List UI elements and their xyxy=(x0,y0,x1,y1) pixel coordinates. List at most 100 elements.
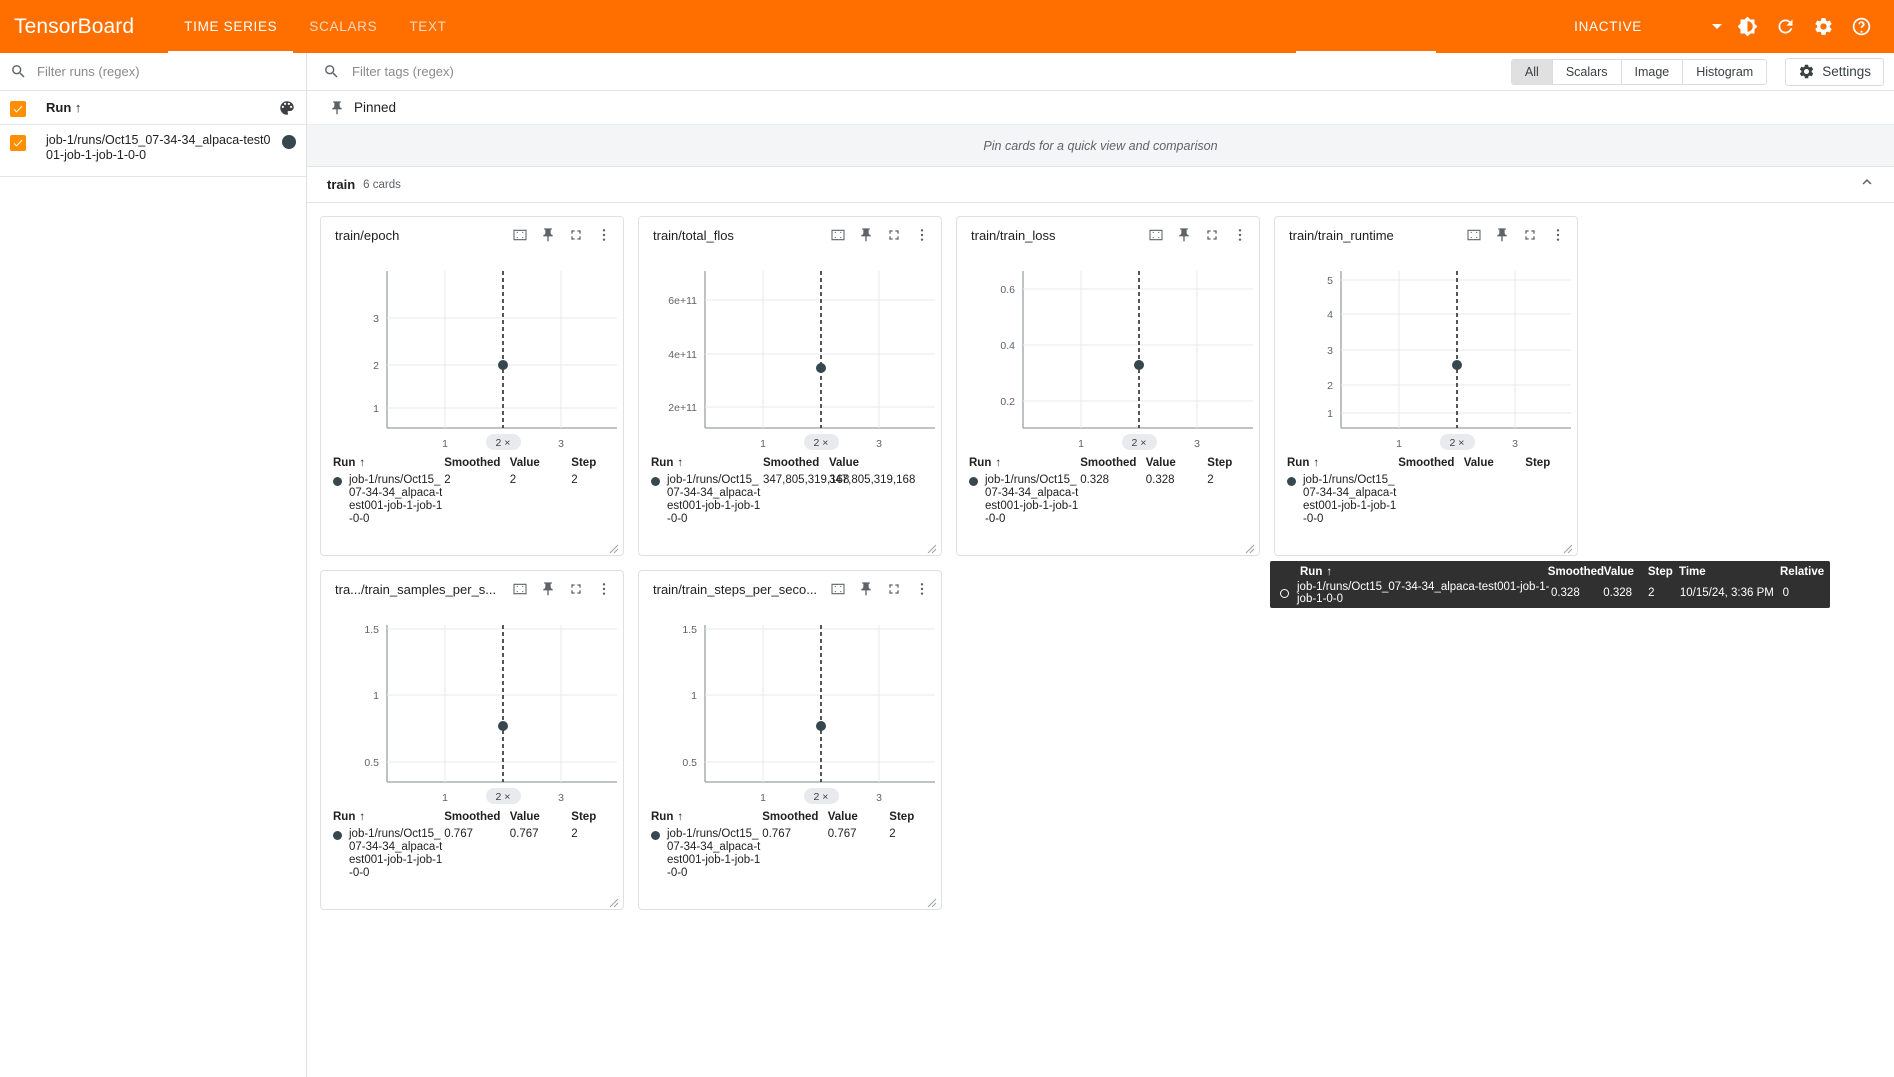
card-header: train/total_flos xyxy=(639,217,941,253)
series-dot xyxy=(333,831,342,840)
tooltip-col-step: Step xyxy=(1647,566,1673,578)
more-options-icon[interactable] xyxy=(591,576,617,602)
group-header-train[interactable]: train 6 cards xyxy=(307,167,1894,203)
settings-button[interactable]: Settings xyxy=(1785,57,1884,86)
fit-domain-icon[interactable] xyxy=(1461,222,1487,248)
value-cell: 0.767 xyxy=(509,828,539,840)
card-resize-handle[interactable] xyxy=(927,895,937,908)
fullscreen-icon[interactable] xyxy=(563,222,589,248)
svg-text:4: 4 xyxy=(1327,309,1333,321)
fit-domain-icon[interactable] xyxy=(825,222,851,248)
run-filter-input[interactable] xyxy=(35,63,296,80)
select-all-runs-checkbox[interactable] xyxy=(10,100,26,117)
col-value: Value xyxy=(509,457,540,469)
table-row: job-1/runs/Oct15_07-34-34_alpaca-test001… xyxy=(651,474,929,526)
more-options-icon[interactable] xyxy=(1545,222,1571,248)
tab-text[interactable]: TEXT xyxy=(393,0,462,53)
series-dot xyxy=(651,477,660,486)
more-options-icon[interactable] xyxy=(909,576,935,602)
svg-text:0.4: 0.4 xyxy=(1000,340,1015,352)
cards-scroll-area[interactable]: Pinned Pin cards for a quick view and co… xyxy=(307,91,1894,1077)
col-step: Step xyxy=(1207,457,1233,469)
run-color-swatch[interactable] xyxy=(282,135,296,149)
pin-icon[interactable] xyxy=(535,576,561,602)
svg-text:4e+11: 4e+11 xyxy=(668,349,697,361)
card-train-runtime[interactable]: train/train_runtime 5 4 3 2 1 1 3 2 × Ru… xyxy=(1274,216,1578,556)
card-train-steps-per-second[interactable]: train/train_steps_per_seco... 1.5 1 0.5 … xyxy=(638,570,942,910)
smoothed-cell: 0.328 xyxy=(1080,474,1109,486)
filter-scalars-button[interactable]: Scalars xyxy=(1552,59,1622,84)
fit-domain-icon[interactable] xyxy=(507,576,533,602)
chart-hover-tooltip: Run ↑ Smoothed Value Step Time Relative j… xyxy=(1270,561,1830,608)
pin-icon[interactable] xyxy=(853,576,879,602)
card-data-table: Run ↑ Smoothed Value Step job-1/runs/Oct1… xyxy=(321,807,623,880)
svg-text:3: 3 xyxy=(1512,438,1518,450)
card-train-epoch[interactable]: train/epoch 3 2 1 1 3 2 × Run ↑ Smoothed… xyxy=(320,216,624,556)
card-train-samples-per-second[interactable]: tra.../train_samples_per_s... 1.5 1 0.5 … xyxy=(320,570,624,910)
chart-plot[interactable]: 5 4 3 2 1 1 3 2 × xyxy=(1283,253,1571,453)
chart-plot[interactable]: 0.6 0.4 0.2 1 3 2 × xyxy=(965,253,1253,453)
fit-domain-icon[interactable] xyxy=(825,576,851,602)
pin-icon[interactable] xyxy=(1171,222,1197,248)
pin-icon xyxy=(332,100,342,115)
card-title: tra.../train_samples_per_s... xyxy=(335,581,497,597)
chevron-up-icon[interactable] xyxy=(1858,173,1876,196)
col-step: Step xyxy=(571,457,597,469)
refresh-icon[interactable] xyxy=(1766,8,1804,46)
run-name-cell: job-1/runs/Oct15_07-34-34_alpaca-test001… xyxy=(667,474,761,525)
settings-gear-icon[interactable] xyxy=(1804,8,1842,46)
card-resize-handle[interactable] xyxy=(609,541,619,554)
brightness-icon[interactable] xyxy=(1728,8,1766,46)
fit-domain-icon[interactable] xyxy=(1143,222,1169,248)
chart-plot[interactable]: 6e+11 4e+11 2e+11 1 3 2 × xyxy=(647,253,935,453)
tag-filter-input[interactable] xyxy=(350,63,1511,80)
pin-icon[interactable] xyxy=(853,222,879,248)
filter-histogram-button[interactable]: Histogram xyxy=(1683,59,1767,84)
tab-time-series[interactable]: TIME SERIES xyxy=(168,0,294,53)
run-checkbox[interactable] xyxy=(10,135,26,151)
run-list-header: Run ↑ xyxy=(0,91,306,125)
card-actions xyxy=(507,222,617,248)
more-options-icon[interactable] xyxy=(909,222,935,248)
fullscreen-icon[interactable] xyxy=(1517,222,1543,248)
chart-plot[interactable]: 1.5 1 0.5 1 3 2 × xyxy=(329,607,617,807)
fullscreen-icon[interactable] xyxy=(563,576,589,602)
card-resize-handle[interactable] xyxy=(1563,541,1573,554)
pinned-title: Pinned xyxy=(354,100,397,115)
chart-plot[interactable]: 1.5 1 0.5 1 3 2 × xyxy=(647,607,935,807)
col-smoothed: Smoothed xyxy=(763,457,820,469)
card-train-total-flos[interactable]: train/total_flos 6e+11 4e+11 2e+11 1 3 2… xyxy=(638,216,942,556)
more-options-icon[interactable] xyxy=(1227,222,1253,248)
filter-all-button[interactable]: All xyxy=(1511,59,1553,84)
help-icon[interactable] xyxy=(1842,8,1880,46)
run-list-item[interactable]: job-1/runs/Oct15_07-34-34_alpaca-test001… xyxy=(0,125,306,177)
card-resize-handle[interactable] xyxy=(927,541,937,554)
tab-scalars[interactable]: SCALARS xyxy=(293,0,393,53)
step-cell: 2 xyxy=(1207,474,1214,486)
more-options-icon[interactable] xyxy=(591,222,617,248)
card-actions xyxy=(1461,222,1571,248)
fullscreen-icon[interactable] xyxy=(881,222,907,248)
filter-image-button[interactable]: Image xyxy=(1621,59,1684,84)
run-name-cell: job-1/runs/Oct15_07-34-34_alpaca-test001… xyxy=(985,474,1079,525)
fullscreen-icon[interactable] xyxy=(881,576,907,602)
settings-gear-icon xyxy=(1800,64,1814,79)
chevron-down-icon[interactable] xyxy=(1712,24,1722,29)
fit-domain-icon[interactable] xyxy=(507,222,533,248)
chart-plot[interactable]: 3 2 1 1 3 2 × xyxy=(329,253,617,453)
card-resize-handle[interactable] xyxy=(1245,541,1255,554)
value-cell xyxy=(1464,474,1526,526)
color-palette-icon[interactable] xyxy=(278,99,296,117)
pin-icon[interactable] xyxy=(1489,222,1515,248)
pin-icon[interactable] xyxy=(535,222,561,248)
fullscreen-icon[interactable] xyxy=(1199,222,1225,248)
card-train-loss[interactable]: train/train_loss 0.6 0.4 0.2 1 3 2 × Run… xyxy=(956,216,1260,556)
tooltip-col-value: Value xyxy=(1603,566,1634,578)
run-name-cell: job-1/runs/Oct15_07-34-34_alpaca-test001… xyxy=(667,828,761,879)
card-resize-handle[interactable] xyxy=(609,895,619,908)
tooltip-value: 0.328 xyxy=(1603,587,1633,599)
col-value: Value xyxy=(829,457,860,469)
card-header: train/train_steps_per_seco... xyxy=(639,571,941,607)
pinned-section-header[interactable]: Pinned xyxy=(307,91,1894,125)
svg-text:1: 1 xyxy=(373,403,379,415)
